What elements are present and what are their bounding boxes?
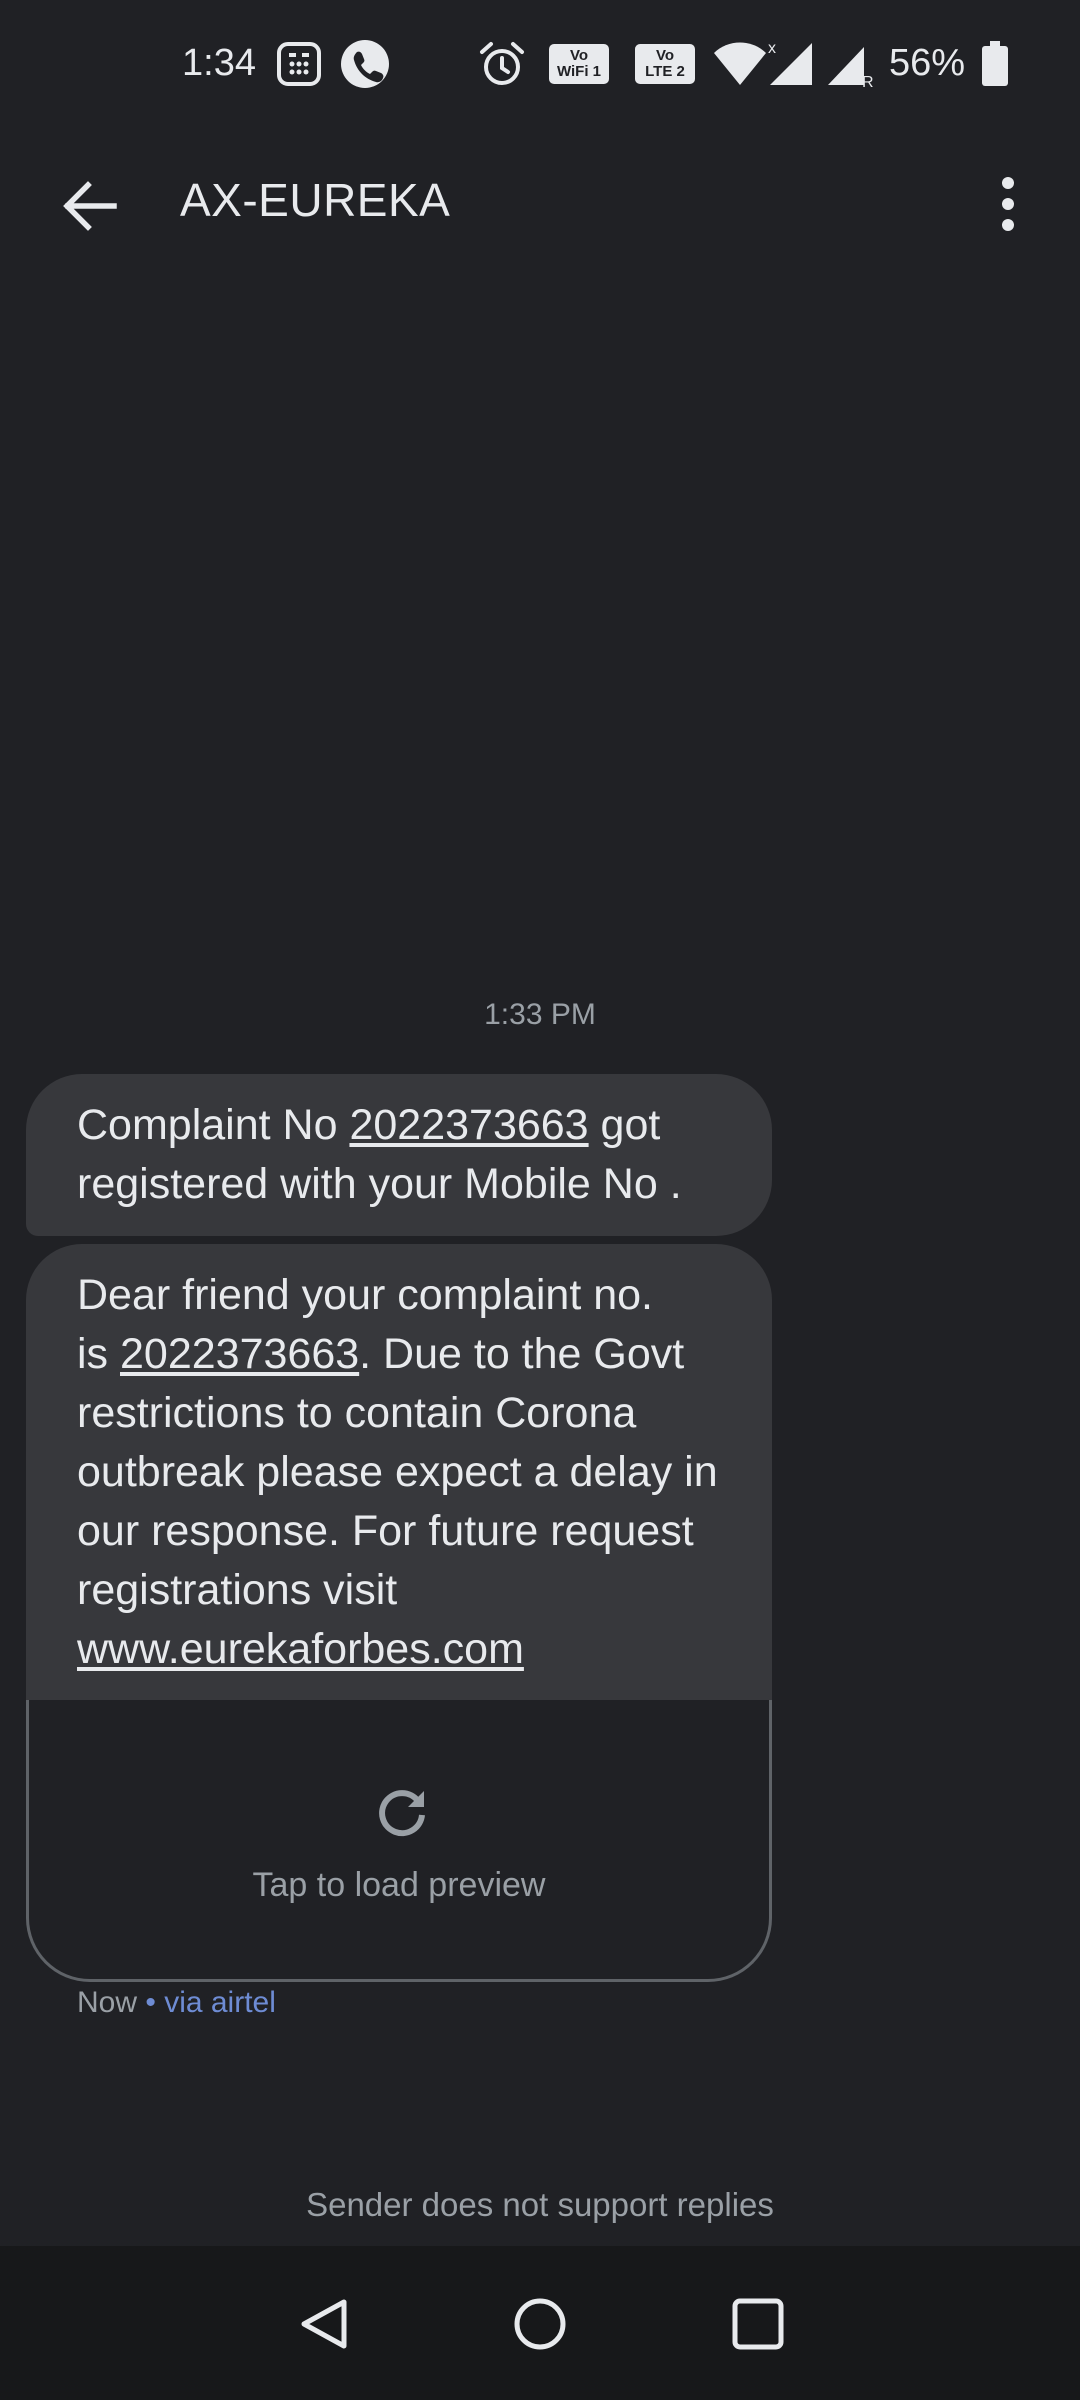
link-preview-card[interactable]: Tap to load preview <box>26 1700 772 1982</box>
no-reply-notice: Sender does not support replies <box>306 2186 774 2223</box>
message-text: Complaint No <box>77 1101 350 1149</box>
app-bar <box>0 130 1080 280</box>
nav-recents-icon[interactable] <box>730 2296 786 2352</box>
message-meta: Now • via airtel <box>77 1986 276 2020</box>
conversation-title: AX-EUREKA <box>180 174 451 226</box>
nav-back-icon[interactable] <box>296 2296 352 2352</box>
message-meta-time: Now <box>77 1986 138 2019</box>
vowifi-badge-label: Vo WiFi 1 <box>549 44 609 84</box>
message-bubble[interactable]: Complaint No 2022373663 got registered w… <box>26 1074 772 1236</box>
complaint-number-link[interactable]: 2022373663 <box>120 1330 359 1378</box>
message-bubble[interactable]: Dear friend your complaint no. is 202237… <box>26 1244 772 1700</box>
back-arrow-icon[interactable] <box>58 174 122 238</box>
refresh-icon <box>374 1785 430 1841</box>
svg-text:x: x <box>768 40 776 57</box>
calculator-icon <box>276 40 322 88</box>
message-timestamp: 1:33 PM <box>484 998 596 1031</box>
status-bar: 1:34 Vo WiFi 1 Vo LTE 2 x R 56% <box>0 0 1080 130</box>
volte-sim2-icon: Vo LTE 2 <box>634 40 696 88</box>
battery-percent: 56% <box>889 42 966 84</box>
message-meta-carrier: • via airtel <box>137 1986 276 2019</box>
navigation-bar <box>0 2246 1080 2400</box>
call-icon <box>340 40 390 88</box>
signal-sim2-roaming-icon: R <box>824 40 874 89</box>
nav-home-icon[interactable] <box>512 2296 568 2352</box>
volte-badge-label: Vo LTE 2 <box>635 44 695 84</box>
tap-to-load-preview[interactable]: Tap to load preview <box>29 1866 769 1905</box>
wifi-icon <box>712 40 768 88</box>
message-text: is <box>77 1330 120 1378</box>
more-options-icon[interactable] <box>990 172 1026 236</box>
alarm-icon <box>478 40 526 88</box>
complaint-number-link[interactable]: 2022373663 <box>349 1101 588 1149</box>
website-link[interactable]: www.eurekaforbes.com <box>77 1625 524 1673</box>
vowifi-sim1-icon: Vo WiFi 1 <box>548 40 610 88</box>
svg-text:R: R <box>862 74 874 89</box>
battery-icon <box>978 40 1012 88</box>
signal-sim1-icon: x <box>766 40 816 88</box>
message-text: Dear friend your complaint no. <box>77 1271 654 1319</box>
status-time: 1:34 <box>182 42 256 84</box>
